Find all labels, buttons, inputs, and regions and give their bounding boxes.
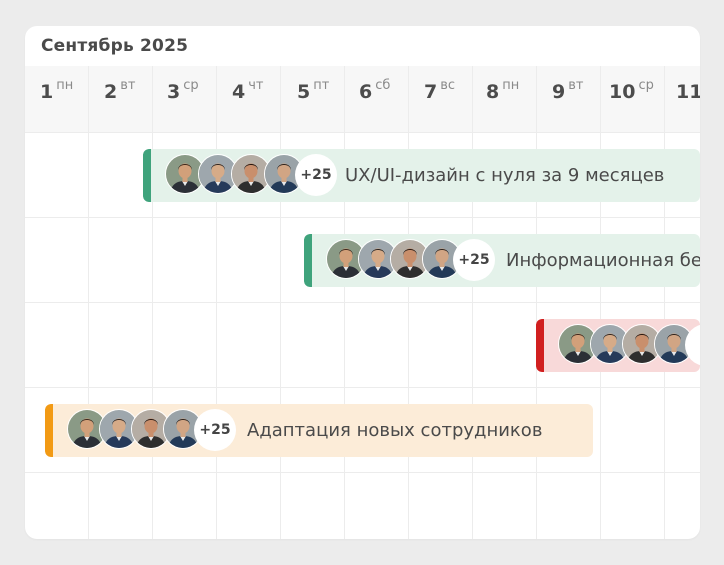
day-weekday: вт bbox=[568, 78, 584, 93]
event-bar[interactable]: +25 UX/UI-дизайн с нуля за 9 месяцев bbox=[143, 149, 700, 202]
day-number: 7 bbox=[424, 81, 438, 103]
day-number: 4 bbox=[232, 81, 246, 103]
more-participants-count[interactable]: +25 bbox=[453, 239, 495, 281]
event-accent bbox=[45, 404, 53, 457]
day-header[interactable]: 4 чт bbox=[232, 78, 264, 112]
grid-line bbox=[25, 387, 700, 388]
event-accent bbox=[143, 149, 151, 202]
day-number: 10 bbox=[609, 81, 636, 103]
day-header[interactable]: 3 ср bbox=[167, 78, 199, 112]
day-number: 6 bbox=[359, 81, 373, 103]
day-weekday: чт bbox=[248, 78, 264, 93]
calendar-card: Сентябрь 2025 1 пн 2 вт 3 ср 4 чт 5 пт 6 сб 7в… bbox=[25, 26, 700, 539]
day-weekday: сб bbox=[375, 78, 391, 93]
event-title: UX/UI-дизайн с нуля за 9 месяцев bbox=[345, 165, 665, 186]
day-header[interactable]: 1 пн bbox=[40, 78, 73, 112]
month-title: Сентябрь 2025 bbox=[41, 36, 189, 56]
event-bar[interactable]: +25 Адаптация новых сотрудников bbox=[45, 404, 593, 457]
grid-line bbox=[25, 302, 700, 303]
more-participants-count[interactable]: +25 bbox=[194, 409, 236, 451]
event-accent bbox=[536, 319, 544, 372]
day-header[interactable]: 6 сб bbox=[359, 78, 390, 112]
event-accent bbox=[304, 234, 312, 287]
day-header[interactable]: 9 вт bbox=[552, 78, 583, 112]
day-weekday: ср bbox=[183, 78, 199, 93]
event-bar[interactable]: + bbox=[536, 319, 700, 372]
day-header[interactable]: 11чт bbox=[676, 78, 700, 112]
day-header[interactable]: 7 вс bbox=[424, 78, 455, 112]
day-header[interactable]: 8 пн bbox=[486, 78, 519, 112]
day-header[interactable]: 10 ср bbox=[609, 78, 654, 112]
event-title: Адаптация новых сотрудников bbox=[247, 420, 543, 441]
day-weekday: вс bbox=[440, 78, 456, 93]
grid-line bbox=[25, 217, 700, 218]
day-number: 1 bbox=[40, 81, 54, 103]
day-weekday: вт bbox=[120, 78, 136, 93]
day-number: 8 bbox=[486, 81, 500, 103]
grid-line bbox=[25, 472, 700, 473]
day-number: 11 bbox=[676, 81, 700, 103]
day-number: 9 bbox=[552, 81, 566, 103]
day-number: 3 bbox=[167, 81, 181, 103]
grid-line bbox=[25, 132, 700, 133]
day-weekday: пт bbox=[313, 78, 330, 93]
day-header[interactable]: 2 вт bbox=[104, 78, 135, 112]
day-weekday: ср bbox=[638, 78, 654, 93]
event-bar[interactable]: +25 Информационная без bbox=[304, 234, 700, 287]
day-weekday: пн bbox=[502, 78, 520, 93]
event-title: Информационная без bbox=[506, 250, 700, 271]
more-participants-count[interactable]: +25 bbox=[295, 154, 337, 196]
day-number: 2 bbox=[104, 81, 118, 103]
day-number: 5 bbox=[297, 81, 311, 103]
day-weekday: пн bbox=[56, 78, 74, 93]
day-header[interactable]: 5 пт bbox=[297, 78, 329, 112]
